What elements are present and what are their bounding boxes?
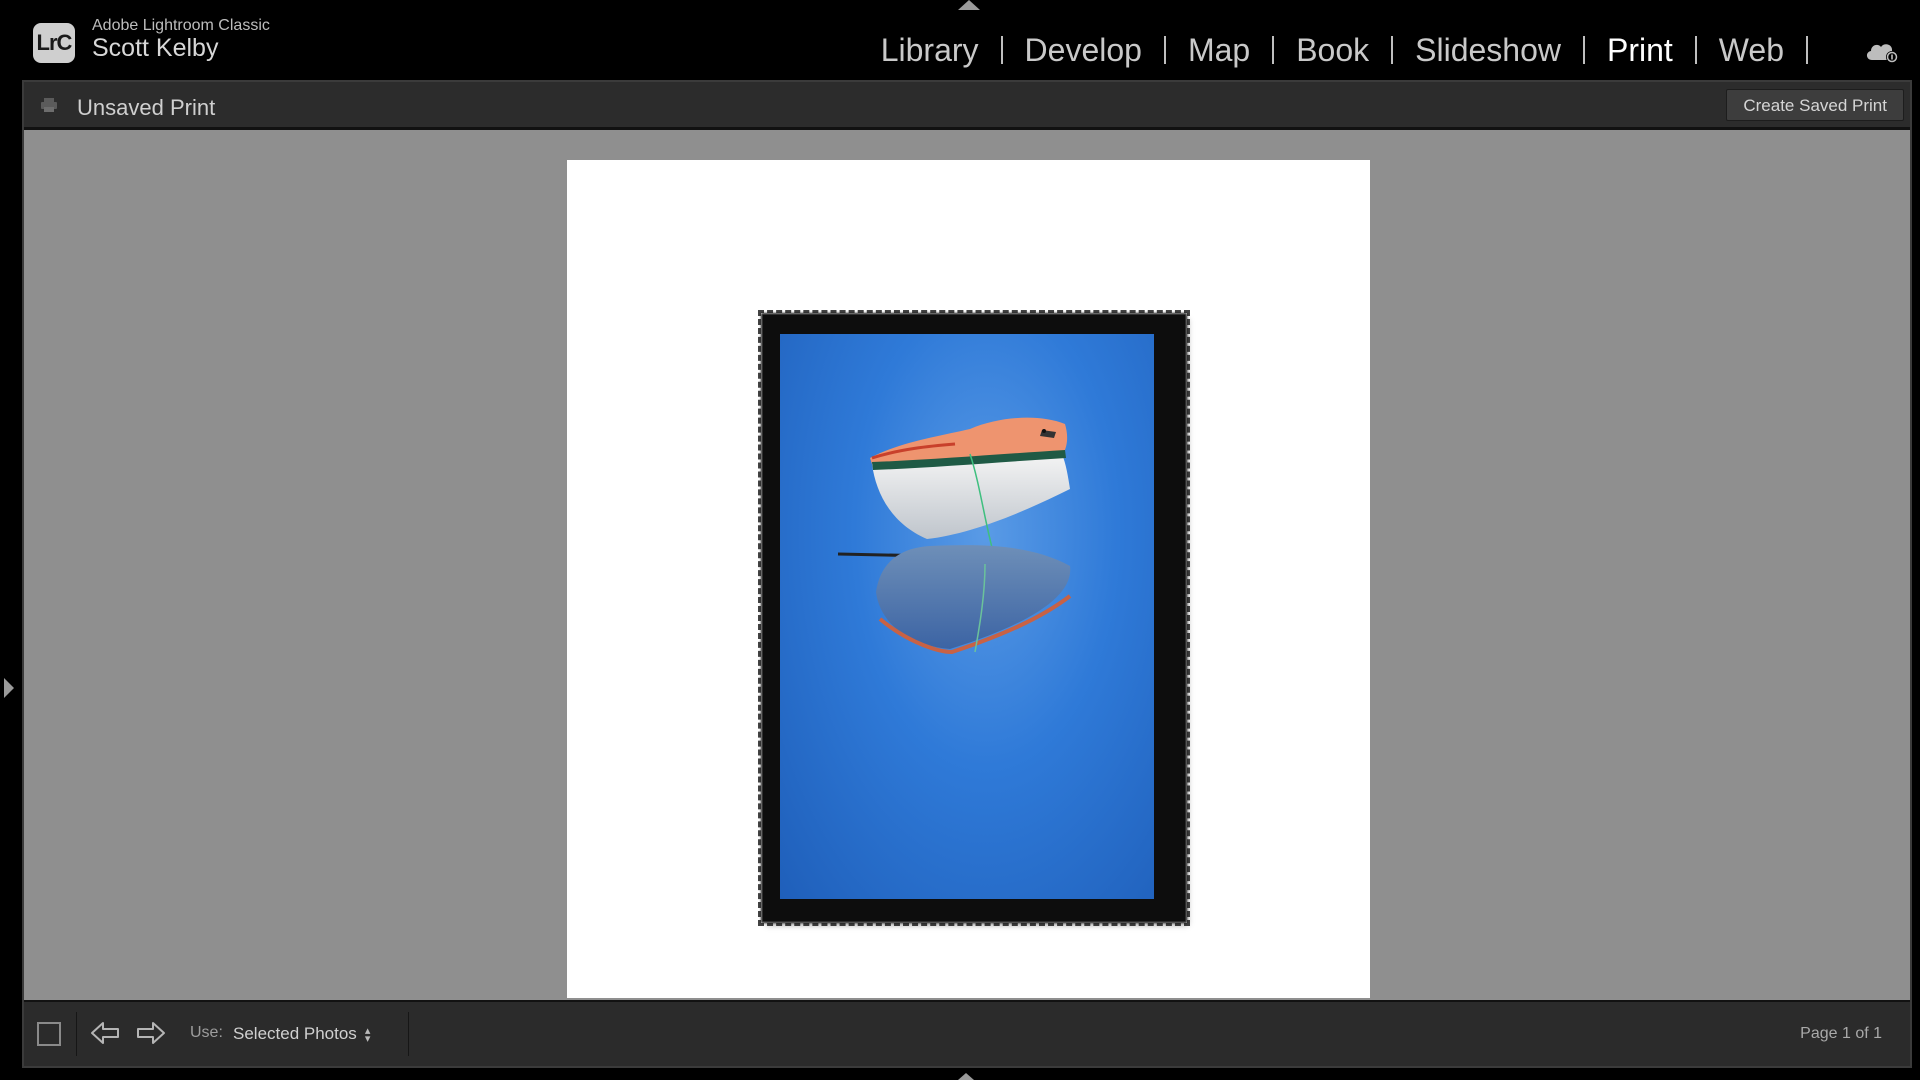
print-page bbox=[567, 160, 1370, 998]
module-library[interactable]: Library bbox=[859, 28, 1001, 72]
next-page-icon[interactable] bbox=[136, 1020, 166, 1046]
use-label: Use: bbox=[190, 1024, 223, 1041]
show-page-checkbox[interactable] bbox=[37, 1022, 61, 1046]
module-map[interactable]: Map bbox=[1166, 28, 1272, 72]
cloud-sync-icon[interactable] bbox=[1864, 38, 1900, 64]
left-panel-toggle-icon[interactable] bbox=[4, 678, 14, 698]
page-indicator: Page 1 of 1 bbox=[1800, 1025, 1882, 1042]
print-workspace: Unsaved Print Create Saved Print Use: Se… bbox=[22, 80, 1912, 1068]
use-selected-photos-dropdown[interactable]: Selected Photos ▴ ▾ bbox=[233, 1024, 370, 1044]
module-slideshow[interactable]: Slideshow bbox=[1393, 28, 1583, 72]
print-toolbar: Use: Selected Photos ▴ ▾ Page 1 of 1 bbox=[24, 1000, 1910, 1066]
previous-page-icon[interactable] bbox=[90, 1020, 120, 1046]
rowboat-image bbox=[837, 417, 1072, 655]
photo-frame-border bbox=[758, 310, 1190, 926]
toolbar-divider bbox=[76, 1012, 77, 1056]
module-separator bbox=[1806, 36, 1808, 64]
app-name: Adobe Lightroom Classic bbox=[92, 17, 270, 34]
printer-icon bbox=[41, 98, 57, 112]
toolbar-divider bbox=[408, 1012, 409, 1056]
filmstrip-toggle-icon[interactable] bbox=[958, 1073, 974, 1080]
use-select-value: Selected Photos bbox=[233, 1024, 357, 1043]
print-preview-canvas bbox=[24, 130, 1910, 998]
print-header-bar: Unsaved Print Create Saved Print bbox=[24, 82, 1910, 130]
lightroom-logo: LrC bbox=[33, 23, 75, 63]
module-develop[interactable]: Develop bbox=[1003, 28, 1164, 72]
user-name: Scott Kelby bbox=[92, 34, 219, 62]
module-web[interactable]: Web bbox=[1697, 28, 1806, 72]
rowboat-photo[interactable] bbox=[780, 334, 1154, 899]
top-panel-toggle-icon[interactable] bbox=[958, 0, 980, 10]
module-book[interactable]: Book bbox=[1274, 28, 1391, 72]
updown-chevron-icon: ▴ ▾ bbox=[364, 1024, 371, 1045]
identity-plate-bar: LrC Adobe Lightroom Classic Scott Kelby … bbox=[0, 0, 1920, 80]
module-picker: Library Develop Map Book Slideshow Print… bbox=[859, 28, 1832, 72]
module-print[interactable]: Print bbox=[1585, 28, 1695, 72]
print-title: Unsaved Print bbox=[77, 95, 216, 120]
create-saved-print-button[interactable]: Create Saved Print bbox=[1726, 89, 1904, 121]
